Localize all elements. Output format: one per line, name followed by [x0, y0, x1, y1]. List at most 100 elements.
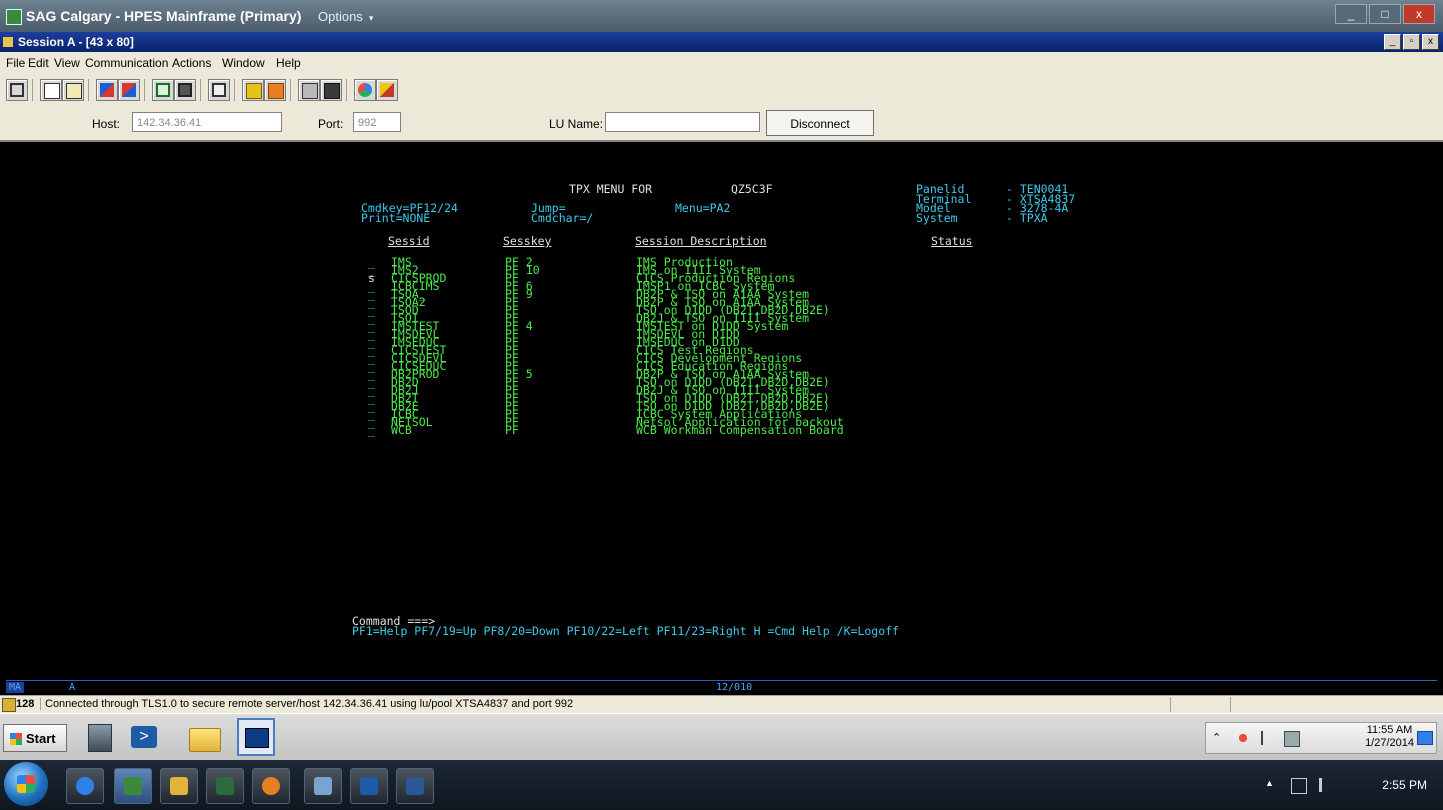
col-sesskey: Sesskey	[503, 234, 552, 248]
start-button[interactable]: Start	[3, 724, 67, 752]
col-description: Session Description	[635, 234, 767, 248]
menu-edit[interactable]: Edit	[28, 56, 49, 70]
tray-expand-icon[interactable]: ⌃	[1212, 731, 1221, 744]
internet-explorer-icon	[76, 777, 94, 795]
send-button[interactable]	[96, 79, 118, 101]
lync-icon	[360, 777, 378, 795]
action-center-icon[interactable]	[1261, 731, 1277, 745]
powershell-icon[interactable]: >	[125, 718, 163, 756]
map-button[interactable]	[320, 79, 342, 101]
print-button[interactable]	[208, 79, 230, 101]
row-sessid: WCB	[391, 423, 412, 437]
pf-key-help: PF1=Help PF7/19=Up PF8/20=Down PF10/22=L…	[352, 624, 899, 638]
record-button[interactable]	[174, 79, 196, 101]
chrome-icon	[262, 777, 280, 795]
folder-icon[interactable]	[185, 718, 223, 756]
host-field[interactable]: 142.34.36.41	[132, 112, 282, 132]
menu-key-text: Menu=PA2	[675, 201, 731, 215]
color-button[interactable]	[354, 79, 376, 101]
copy-icon	[44, 83, 60, 99]
row-sesskey: PF	[505, 423, 519, 437]
menu-file[interactable]: File	[6, 56, 25, 70]
menu-header-id: QZ5C3F	[731, 182, 773, 196]
maximize-button[interactable]: □	[1369, 4, 1401, 24]
menu-actions[interactable]: Actions	[172, 56, 211, 70]
remote-system-tray: ⌃ 11:55 AM 1/27/2014	[1205, 722, 1437, 754]
menu-view[interactable]: View	[54, 56, 80, 70]
lu-name-label: LU Name:	[549, 117, 604, 131]
windows-taskbar: ▲ 2:55 PM	[0, 760, 1443, 810]
session-restore-button[interactable]: ▫	[1403, 34, 1420, 50]
volume-icon[interactable]	[1319, 778, 1336, 792]
taskbar-app-6[interactable]	[304, 768, 342, 804]
display-button[interactable]	[152, 79, 174, 101]
taskbar-app-5[interactable]	[252, 768, 290, 804]
paste-button[interactable]	[62, 79, 84, 101]
menu-communication[interactable]: Communication	[85, 56, 168, 70]
tray-expand-icon[interactable]: ▲	[1265, 778, 1274, 788]
start-label: Start	[26, 731, 56, 746]
session-title-bar: Session A - [43 x 80] _ ▫ x	[0, 32, 1443, 52]
toolbar-separator	[88, 79, 89, 101]
options-menu[interactable]: Options ▾	[318, 9, 373, 24]
windows-logo-icon	[17, 775, 35, 793]
app-title: SAG Calgary - HPES Mainframe (Primary)	[26, 8, 302, 24]
map-icon	[324, 83, 340, 99]
network-icon[interactable]	[1284, 731, 1300, 747]
network-icon[interactable]	[1291, 778, 1307, 794]
edit-button[interactable]	[376, 79, 398, 101]
menu-help[interactable]: Help	[276, 56, 301, 70]
taskbar-app-7[interactable]	[350, 768, 388, 804]
macro-play-icon	[246, 83, 262, 99]
macro-record-icon	[268, 83, 284, 99]
lu-name-field[interactable]	[605, 112, 760, 132]
screen-button[interactable]	[6, 79, 28, 101]
toolbar-separator	[32, 79, 33, 101]
host-label: Host:	[92, 117, 121, 131]
macro-record-button[interactable]	[264, 79, 286, 101]
oia-indicator: A	[69, 682, 76, 693]
display-icon	[156, 83, 170, 97]
status-bar: 128 Connected through TLS1.0 to secure r…	[0, 695, 1443, 714]
copy-button[interactable]	[40, 79, 62, 101]
terminal-screen[interactable]: TPX MENU FOR QZ5C3F Panelid - TEN0041 Te…	[6, 142, 1437, 680]
remote-clock-date: 1/27/2014	[1365, 737, 1414, 749]
keyboard-button[interactable]	[298, 79, 320, 101]
terminal-app-icon[interactable]	[237, 718, 275, 756]
status-number: 128	[16, 698, 35, 710]
taskbar-word[interactable]	[396, 768, 434, 804]
remote-clock[interactable]: 11:55 AM 1/27/2014	[1365, 724, 1414, 750]
operator-info-area: MA A 12/010	[6, 680, 1437, 695]
system-label: System	[916, 211, 958, 225]
show-desktop-button[interactable]	[1417, 731, 1433, 745]
status-cell	[1170, 697, 1231, 712]
session-minimize-button[interactable]: _	[1384, 34, 1401, 50]
toolbar-separator	[200, 79, 201, 101]
col-status: Status	[931, 234, 973, 248]
menu-window[interactable]: Window	[222, 56, 265, 70]
taskbar-ie[interactable]	[66, 768, 104, 804]
taskbar-app-4[interactable]	[206, 768, 244, 804]
screen-icon	[10, 83, 24, 97]
receive-button[interactable]	[118, 79, 140, 101]
connection-bar: Host: 142.34.36.41 Port: 992 LU Name: Di…	[0, 106, 1443, 142]
remote-clock-time: 11:55 AM	[1366, 724, 1413, 736]
taskbar-mainframe[interactable]	[114, 768, 152, 804]
status-cell	[1230, 697, 1442, 712]
server-manager-icon[interactable]	[80, 718, 118, 756]
close-button[interactable]: x	[1403, 4, 1435, 24]
row-select[interactable]: _	[368, 424, 375, 436]
taskbar-explorer[interactable]	[160, 768, 198, 804]
port-field[interactable]: 992	[353, 112, 401, 132]
menu-header-title: TPX MENU FOR	[569, 182, 653, 196]
start-orb[interactable]	[4, 762, 48, 806]
minimize-button[interactable]: _	[1335, 4, 1367, 24]
disconnect-button[interactable]: Disconnect	[766, 110, 874, 136]
lock-icon	[2, 698, 16, 712]
session-close-button[interactable]: x	[1422, 34, 1439, 50]
port-label: Port:	[318, 117, 344, 131]
macro-play-button[interactable]	[242, 79, 264, 101]
clock[interactable]: 2:55 PM	[1382, 778, 1427, 792]
sound-muted-icon[interactable]	[1236, 731, 1250, 745]
chevron-down-icon: ▾	[368, 13, 374, 23]
